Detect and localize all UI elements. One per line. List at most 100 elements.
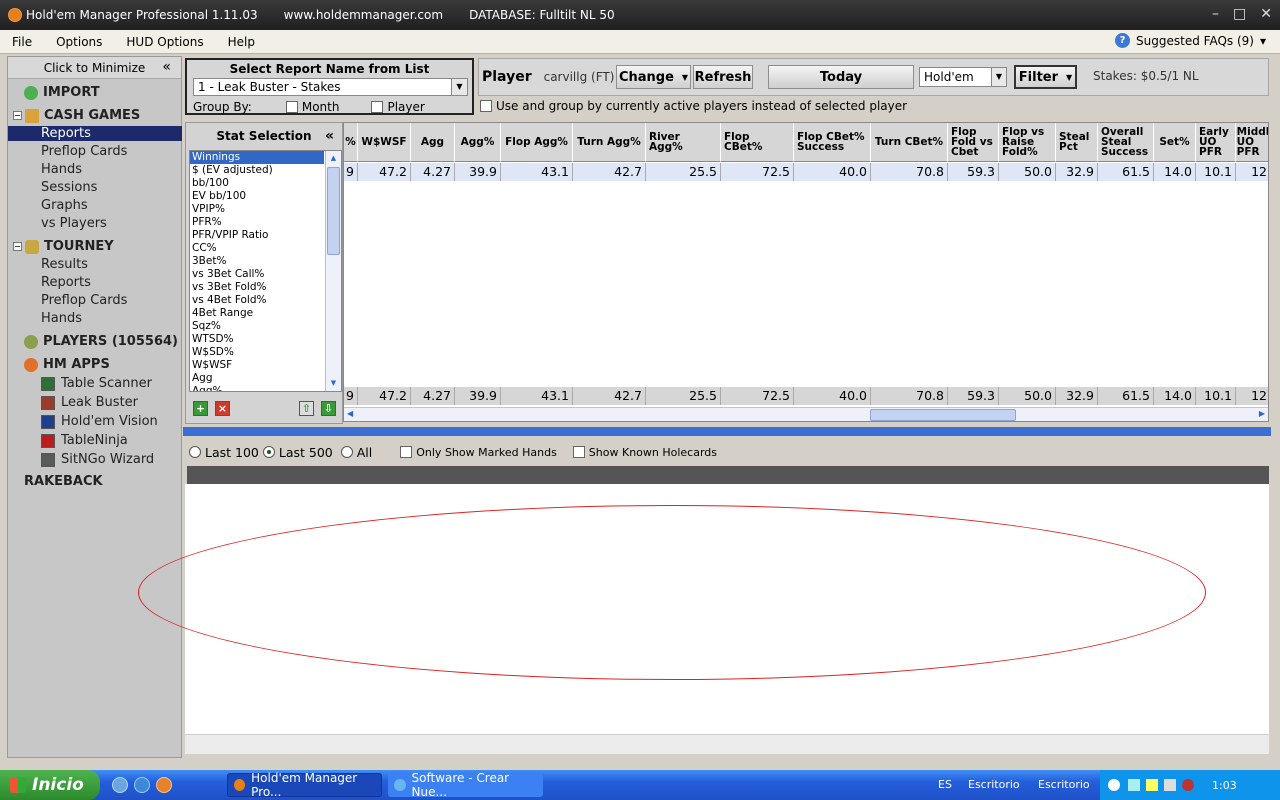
known-holecards-option[interactable]: Show Known Holecards [572, 446, 717, 459]
panel-splitter[interactable] [183, 427, 1271, 436]
grid-data-row[interactable]: 9 47.2 4.27 39.9 43.1 42.7 25.5 72.5 40.0 70.8 59.… [344, 163, 1268, 181]
nav-cash-graphs[interactable]: Graphs [41, 198, 88, 213]
nav-import[interactable]: IMPORT [24, 85, 100, 100]
language-indicator[interactable]: ES [938, 778, 952, 791]
nav-tourney-reports[interactable]: Reports [41, 275, 91, 290]
menu-options[interactable]: Options [44, 35, 114, 49]
month-checkbox[interactable] [285, 101, 298, 113]
clock[interactable]: 1:03 [1212, 779, 1237, 792]
ie-icon[interactable] [134, 777, 150, 793]
nav-app-sitngo-wizard[interactable]: SitNGo Wizard [41, 452, 154, 467]
stat-list-item[interactable]: PFR/VPIP Ratio [190, 229, 341, 242]
tray-app-icon[interactable] [1146, 779, 1158, 791]
collapse-icon[interactable]: − [13, 111, 22, 120]
nav-tourney-preflop-cards[interactable]: Preflop Cards [41, 293, 127, 308]
last-100-radio[interactable] [189, 446, 201, 458]
game-type-select[interactable]: Hold'em ▼ [919, 67, 1007, 87]
nav-tourney[interactable]: − TOURNEY [13, 239, 114, 254]
stat-list-item[interactable]: Agg [190, 372, 341, 385]
stat-list-item[interactable]: VPIP% [190, 203, 341, 216]
remove-stat-icon[interactable]: × [215, 401, 230, 416]
nav-cash-hands[interactable]: Hands [41, 162, 82, 177]
stat-list-item[interactable]: 4Bet Range [190, 307, 341, 320]
grid-column-header[interactable]: W$WSF [358, 123, 411, 162]
nav-hm-apps[interactable]: HM APPS [24, 357, 110, 372]
desktop-toolbar-1[interactable]: Escritorio [968, 778, 1020, 791]
grid-column-header[interactable]: Agg% [455, 123, 501, 162]
hscroll-thumb[interactable] [870, 409, 1016, 421]
nav-rakeback[interactable]: RAKEBACK [24, 474, 103, 489]
menu-file[interactable]: File [0, 35, 44, 49]
grid-column-header[interactable]: Set% [1154, 123, 1196, 162]
grid-column-header[interactable]: Flop CBet% Success [794, 123, 871, 162]
move-down-icon[interactable]: ⇩ [321, 401, 336, 416]
shield-icon[interactable] [1182, 779, 1194, 791]
stat-list-item[interactable]: vs 3Bet Call% [190, 268, 341, 281]
close-icon[interactable]: ✕ [1260, 6, 1272, 22]
grid-column-header[interactable]: Flop CBet% [721, 123, 794, 162]
nav-app-tableninja[interactable]: TableNinja [41, 433, 128, 448]
nav-cash-sessions[interactable]: Sessions [41, 180, 97, 195]
nav-app-leak-buster[interactable]: Leak Buster [41, 395, 138, 410]
stat-list-item[interactable]: CC% [190, 242, 341, 255]
collapse-icon[interactable]: − [13, 242, 22, 251]
grid-column-header[interactable]: Turn CBet% [871, 123, 948, 162]
scroll-down-icon[interactable]: ▼ [327, 377, 340, 390]
change-button[interactable]: Change ▼ [616, 65, 691, 89]
today-button[interactable]: Today [768, 65, 914, 89]
chevron-down-icon[interactable]: ▼ [991, 68, 1006, 86]
minimize-sidebar-button[interactable]: Click to Minimize « [8, 57, 181, 79]
grid-column-header[interactable]: Turn Agg% [573, 123, 646, 162]
stat-list-item[interactable]: W$WSF [190, 359, 341, 372]
nav-tourney-hands[interactable]: Hands [41, 311, 82, 326]
nav-cash-vs-players[interactable]: vs Players [41, 216, 107, 231]
active-players-checkbox[interactable] [480, 100, 492, 112]
maximize-icon[interactable]: □ [1233, 6, 1246, 22]
stat-list-item[interactable]: PFR% [190, 216, 341, 229]
marked-hands-option[interactable]: Only Show Marked Hands [400, 446, 557, 459]
grid-hscrollbar[interactable]: ◀ ▶ [344, 407, 1268, 421]
last-500-radio[interactable] [262, 446, 275, 458]
network-icon[interactable] [1128, 779, 1140, 791]
desktop-toolbar-2[interactable]: Escritorio [1038, 778, 1090, 791]
stat-list-scrollbar[interactable]: ▲ ▼ [325, 151, 341, 391]
nav-players[interactable]: PLAYERS (105564) [24, 334, 178, 349]
stat-list-item[interactable]: 3Bet% [190, 255, 341, 268]
all-option[interactable]: All [340, 445, 372, 460]
all-radio[interactable] [340, 446, 353, 458]
start-button[interactable]: Inicio [0, 770, 100, 800]
stat-list-item[interactable]: $ (EV adjusted) [190, 164, 341, 177]
scroll-thumb[interactable] [327, 167, 340, 255]
stat-list-item[interactable]: EV bb/100 [190, 190, 341, 203]
firefox-icon[interactable] [156, 777, 172, 793]
grid-column-header[interactable]: Flop vs Raise Fold% [999, 123, 1056, 162]
last-100-option[interactable]: Last 100 [189, 445, 259, 460]
stat-list-item[interactable]: Sqz% [190, 320, 341, 333]
group-by-player[interactable]: Player [371, 100, 425, 114]
stat-list-item[interactable]: W$SD% [190, 346, 341, 359]
stat-list-item[interactable]: Winnings [190, 151, 324, 164]
grid-column-header[interactable]: Agg [411, 123, 455, 162]
stat-list-item[interactable]: vs 3Bet Fold% [190, 281, 341, 294]
filter-button[interactable]: Filter ▼ [1014, 65, 1077, 89]
nav-cash-games[interactable]: − CASH GAMES [13, 108, 140, 123]
refresh-button[interactable]: Refresh [693, 65, 753, 89]
task-holdem-manager[interactable]: Hold'em Manager Pro... [227, 771, 382, 799]
add-stat-icon[interactable]: + [193, 401, 208, 416]
player-checkbox[interactable] [371, 101, 384, 113]
last-500-option[interactable]: Last 500 [262, 445, 333, 460]
suggested-faqs[interactable]: ? Suggested FAQs (9) ▾ [1115, 33, 1266, 48]
grid-column-header[interactable]: Steal Pct [1056, 123, 1098, 162]
grid-column-header[interactable]: Early UO PFR [1196, 123, 1236, 162]
grid-column-header[interactable]: Overall Steal Success [1098, 123, 1154, 162]
known-holecards-checkbox[interactable] [572, 446, 585, 458]
active-players-option[interactable]: Use and group by currently active player… [480, 99, 907, 113]
minimize-icon[interactable]: – [1212, 6, 1219, 22]
nav-cash-preflop-cards[interactable]: Preflop Cards [41, 144, 127, 159]
stat-list-item[interactable]: vs 4Bet Fold% [190, 294, 341, 307]
nav-cash-reports[interactable]: Reports [8, 126, 182, 141]
monitor-icon[interactable] [1164, 779, 1176, 791]
double-chevron-left-icon[interactable]: « [325, 123, 334, 149]
menu-hud-options[interactable]: HUD Options [114, 35, 215, 49]
grid-column-header[interactable]: Middl UO PFR [1236, 123, 1268, 162]
